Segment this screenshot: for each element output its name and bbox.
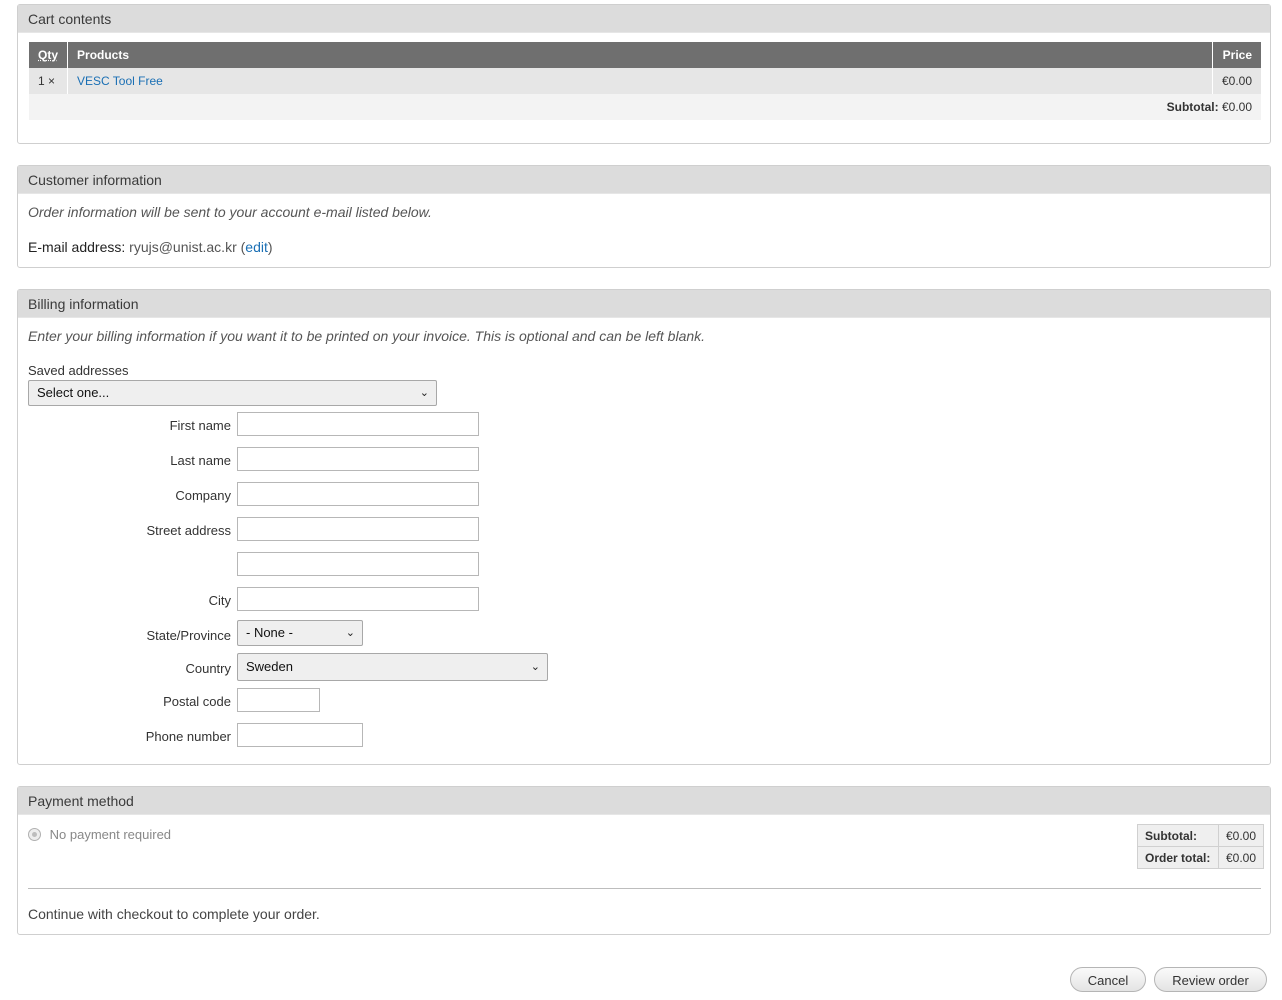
cancel-button[interactable]: Cancel: [1070, 967, 1146, 992]
chevron-down-icon: ⌄: [419, 387, 429, 399]
city-label: City: [208, 593, 231, 608]
table-row: Order total: €0.00: [1137, 846, 1265, 869]
payment-option-label: No payment required: [49, 827, 172, 842]
payment-method-panel: Payment method No payment required Subto…: [17, 786, 1271, 935]
saved-addresses-select[interactable]: Select one... ⌄: [28, 380, 437, 406]
qty-header: Qty: [29, 42, 69, 68]
street-address-field-1[interactable]: [237, 517, 479, 541]
country-label: Country: [185, 661, 231, 676]
payment-radio[interactable]: [28, 828, 41, 841]
product-link[interactable]: VESC Tool Free: [77, 74, 163, 88]
payment-totals-table: Subtotal: €0.00 Order total: €0.00: [1137, 824, 1265, 869]
payment-method-title: Payment method: [18, 787, 1270, 815]
customer-info-panel: Customer information Order information w…: [17, 165, 1271, 268]
products-header: Products: [67, 42, 1213, 68]
state-province-value: - None -: [246, 625, 293, 640]
street-address-field-2[interactable]: [237, 552, 479, 576]
last-name-label: Last name: [170, 453, 231, 468]
postal-code-field[interactable]: [237, 688, 320, 712]
chevron-down-icon: ⌄: [530, 661, 540, 673]
edit-email-link[interactable]: edit: [245, 239, 268, 255]
last-name-field[interactable]: [237, 447, 479, 471]
billing-info-title: Billing information: [18, 290, 1270, 318]
country-value: Sweden: [246, 659, 293, 674]
first-name-label: First name: [169, 418, 231, 433]
street-address-label: Street address: [146, 523, 231, 538]
review-order-button[interactable]: Review order: [1154, 967, 1267, 992]
company-field[interactable]: [237, 482, 479, 506]
price-header: Price: [1212, 42, 1261, 68]
payment-subtotal-value: €0.00: [1217, 824, 1265, 847]
email-line: E-mail address: ryujs@unist.ac.kr (edit): [28, 239, 273, 255]
city-field[interactable]: [237, 587, 479, 611]
item-product-cell: VESC Tool Free: [67, 68, 1213, 94]
customer-info-title: Customer information: [18, 166, 1270, 194]
first-name-field[interactable]: [237, 412, 479, 436]
company-label: Company: [175, 488, 231, 503]
email-value: ryujs@unist.ac.kr: [129, 239, 237, 255]
saved-addresses-label: Saved addresses: [28, 363, 129, 378]
cart-contents-title: Cart contents: [18, 5, 1270, 33]
edit-paren-close: ): [267, 239, 273, 255]
order-total-label: Order total:: [1137, 846, 1219, 869]
state-province-label: State/Province: [146, 628, 231, 643]
phone-number-field[interactable]: [237, 723, 363, 747]
saved-addresses-value: Select one...: [37, 385, 110, 400]
payment-option: No payment required: [28, 827, 171, 842]
subtotal-label: Subtotal:: [1166, 100, 1219, 114]
payment-subtotal-label: Subtotal:: [1137, 824, 1219, 847]
table-row: Subtotal: €0.00: [1137, 824, 1265, 847]
billing-info-note: Enter your billing information if you wa…: [28, 328, 706, 344]
subtotal-cell: Subtotal: €0.00: [29, 94, 1261, 120]
email-label: E-mail address:: [28, 239, 126, 255]
country-select[interactable]: Sweden ⌄: [237, 653, 548, 681]
item-qty: 1 ×: [29, 68, 69, 94]
cart-table-header: Qty Products Price: [29, 42, 1261, 68]
chevron-down-icon: ⌄: [345, 627, 355, 639]
customer-info-note: Order information will be sent to your a…: [28, 204, 432, 220]
cart-contents-panel: Cart contents Qty Products Price 1 × VES…: [17, 4, 1271, 144]
continue-note: Continue with checkout to complete your …: [28, 906, 320, 922]
item-price: €0.00: [1212, 68, 1261, 94]
subtotal-row: Subtotal: €0.00: [29, 94, 1261, 120]
subtotal-value: €0.00: [1221, 100, 1252, 114]
cart-table: Qty Products Price 1 × VESC Tool Free €0…: [29, 42, 1261, 120]
postal-code-label: Postal code: [163, 694, 231, 709]
table-row: 1 × VESC Tool Free €0.00: [29, 68, 1261, 94]
state-province-select[interactable]: - None - ⌄: [237, 620, 363, 646]
order-total-value: €0.00: [1217, 846, 1265, 869]
divider: [28, 888, 1261, 889]
billing-info-panel: Billing information Enter your billing i…: [17, 289, 1271, 765]
phone-number-label: Phone number: [145, 729, 231, 744]
